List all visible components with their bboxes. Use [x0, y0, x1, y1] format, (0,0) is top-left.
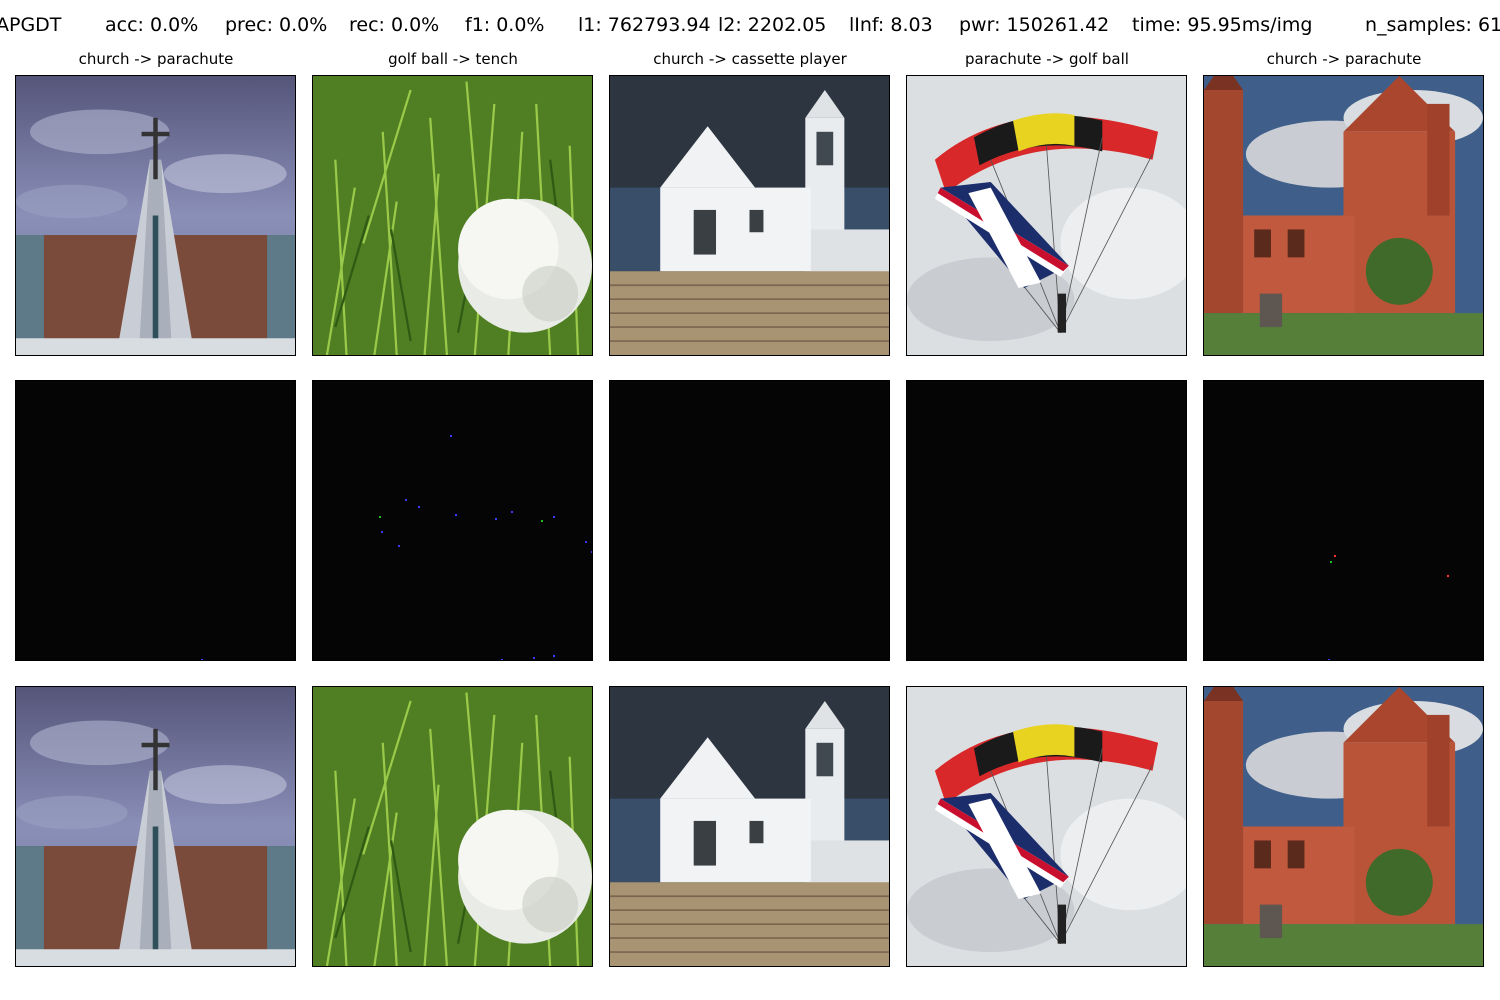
perturbation-speck	[501, 659, 503, 660]
perturbation-speck	[553, 655, 555, 657]
original-image-red-church	[1203, 75, 1484, 356]
column-title: church -> parachute	[1266, 50, 1422, 68]
perturbation-speck	[541, 520, 543, 522]
linf-metric: lInf: 8.03	[849, 14, 933, 36]
rec-metric: rec: 0.0%	[349, 14, 440, 36]
perturbation-speck	[533, 657, 535, 659]
method-label: APGDT	[0, 14, 62, 36]
perturbation-speck	[405, 499, 407, 501]
column-title: church -> parachute	[78, 50, 234, 68]
original-image-white-church	[609, 75, 890, 356]
perturbation-speck	[1334, 555, 1336, 557]
column-title: church -> cassette player	[653, 50, 847, 68]
perturbation-speck	[553, 516, 555, 518]
metrics-bar: APGDT acc: 0.0% prec: 0.0% rec: 0.0% f1:…	[0, 14, 1500, 44]
l2-metric: l2: 2202.05	[718, 14, 827, 36]
perturbation-map	[609, 380, 890, 661]
acc-metric: acc: 0.0%	[105, 14, 199, 36]
perturbation-speck	[201, 659, 203, 660]
column-title: parachute -> golf ball	[965, 50, 1129, 68]
prec-metric: prec: 0.0%	[225, 14, 328, 36]
l1-metric: l1: 762793.94	[578, 14, 711, 36]
n-samples-metric: n_samples: 61	[1365, 14, 1500, 36]
perturbation-speck	[381, 531, 383, 533]
original-image-parachute	[906, 75, 1187, 356]
original-image-cross-monument	[15, 75, 296, 356]
perturbation-speck	[591, 551, 592, 553]
adversarial-image-white-church	[609, 686, 890, 967]
perturbation-speck	[495, 518, 497, 520]
f1-metric: f1: 0.0%	[465, 14, 545, 36]
column-title: golf ball -> tench	[388, 50, 518, 68]
adversarial-image-red-church	[1203, 686, 1484, 967]
adversarial-image-parachute	[906, 686, 1187, 967]
perturbation-speck	[585, 541, 587, 543]
time-metric: time: 95.95ms/img	[1132, 14, 1313, 36]
perturbation-speck	[450, 435, 452, 437]
pwr-metric: pwr: 150261.42	[959, 14, 1110, 36]
perturbation-speck	[418, 506, 420, 508]
original-image-golf-ball	[312, 75, 593, 356]
perturbation-map	[906, 380, 1187, 661]
perturbation-speck	[1330, 561, 1332, 563]
perturbation-map	[15, 380, 296, 661]
perturbation-map	[312, 380, 593, 661]
perturbation-speck	[1447, 575, 1449, 577]
perturbation-speck	[455, 514, 457, 516]
adversarial-image-cross-monument	[15, 686, 296, 967]
adversarial-image-golf-ball	[312, 686, 593, 967]
perturbation-speck	[379, 516, 381, 518]
perturbation-speck	[511, 511, 513, 513]
perturbation-speck	[398, 545, 400, 547]
perturbation-map	[1203, 380, 1484, 661]
perturbation-speck	[1328, 659, 1330, 660]
